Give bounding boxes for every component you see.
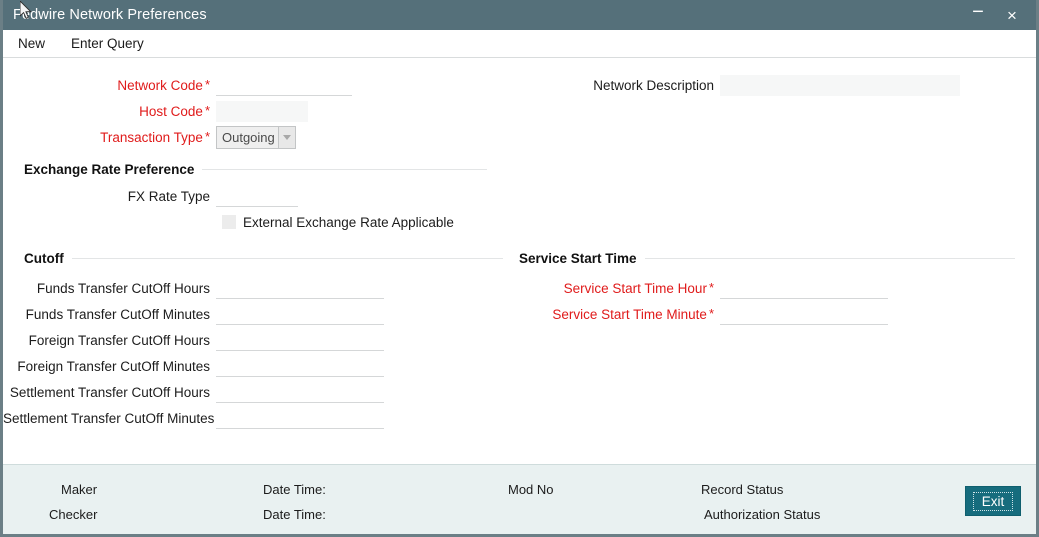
network-code-input[interactable] [216,74,352,96]
funds-transfer-cutoff-minutes-label: Funds Transfer CutOff Minutes [25,306,210,322]
cutoff-fields: Funds Transfer CutOff Hours Funds Transf… [3,275,515,431]
window-title: Fedwire Network Preferences [13,7,207,23]
service-start-time-header-wrap: Service Start Time [515,251,1027,266]
menu-item-new[interactable]: New [16,34,47,53]
field-external-exchange-rate: External Exchange Rate Applicable [3,209,1036,235]
settlement-transfer-cutoff-hours-label: Settlement Transfer CutOff Hours [9,384,210,400]
field-foreign-transfer-cutoff-minutes: Foreign Transfer CutOff Minutes [3,353,515,379]
lower-fields-columns: Funds Transfer CutOff Hours Funds Transf… [3,275,1036,431]
exit-button-label: Exit [972,491,1014,511]
lower-section-headers: Cutoff Service Start Time [3,251,1036,266]
required-asterisk: * [708,305,714,321]
title-bar: Fedwire Network Preferences − × [3,0,1036,30]
external-exchange-rate-label: External Exchange Rate Applicable [243,214,454,230]
section-divider [202,169,488,170]
foreign-transfer-cutoff-minutes-label: Foreign Transfer CutOff Minutes [17,358,210,374]
funds-transfer-cutoff-hours-label: Funds Transfer CutOff Hours [36,280,210,296]
field-network-description: Network Description [515,72,1027,98]
application-window: Fedwire Network Preferences − × New Ente… [0,0,1039,537]
field-settlement-transfer-cutoff-minutes: Settlement Transfer CutOff Minutes [3,405,515,431]
left-column: Network Code * Host Code * Transaction Typ… [3,72,515,150]
transaction-type-select[interactable]: Outgoing [216,125,296,149]
right-column: Network Description [515,72,1027,150]
field-funds-transfer-cutoff-hours: Funds Transfer CutOff Hours [3,275,515,301]
field-service-start-time-minute: Service Start Time Minute * [515,301,1027,327]
section-service-start-time: Service Start Time [515,251,1027,266]
field-service-start-time-hour: Service Start Time Hour * [515,275,1027,301]
network-description-input[interactable] [720,74,960,96]
foreign-transfer-cutoff-minutes-input[interactable] [216,355,384,377]
cutoff-title: Cutoff [24,251,64,266]
funds-transfer-cutoff-hours-input[interactable] [216,277,384,299]
required-asterisk: * [204,76,210,92]
field-fx-rate-type: FX Rate Type [3,183,1036,209]
field-host-code: Host Code * [3,98,515,124]
service-start-time-minute-label: Service Start Time Minute * [552,305,714,322]
exchange-rate-preference-title: Exchange Rate Preference [24,162,195,177]
fx-rate-type-label: FX Rate Type [127,188,210,204]
authorization-status-label: Authorization Status [704,507,821,522]
host-code-input[interactable] [216,100,308,122]
transaction-type-value: Outgoing [217,126,278,148]
service-start-time-hour-label: Service Start Time Hour * [563,279,714,296]
service-start-time-fields: Service Start Time Hour * Service Start T… [515,275,1027,431]
network-code-label: Network Code * [117,76,210,93]
funds-transfer-cutoff-minutes-input[interactable] [216,303,384,325]
maker-date-time-label: Date Time: [263,482,326,497]
audit-footer: Maker Checker Date Time: Date Time: Mod … [3,464,1036,534]
close-button[interactable]: × [1002,4,1022,26]
required-asterisk: * [204,102,210,118]
section-cutoff: Cutoff [3,251,515,266]
settlement-transfer-cutoff-hours-input[interactable] [216,381,384,403]
settlement-transfer-cutoff-minutes-label: Settlement Transfer CutOff Minutes [3,410,215,426]
foreign-transfer-cutoff-hours-label: Foreign Transfer CutOff Hours [28,332,210,348]
checker-label: Checker [49,507,98,522]
required-asterisk: * [204,128,210,144]
settlement-transfer-cutoff-minutes-input[interactable] [216,407,384,429]
section-divider [71,258,503,259]
record-status-label: Record Status [701,482,784,497]
top-fields-columns: Network Code * Host Code * Transaction Typ… [3,58,1036,150]
window-controls: − × [968,2,1030,26]
service-start-time-minute-input[interactable] [720,303,888,325]
minimize-button[interactable]: − [968,2,988,26]
fx-rate-type-input[interactable] [216,185,298,207]
form-body: Network Code * Host Code * Transaction Typ… [3,58,1036,464]
section-exchange-rate-preference: Exchange Rate Preference [3,162,1036,177]
foreign-transfer-cutoff-hours-input[interactable] [216,329,384,351]
mod-no-label: Mod No [508,482,554,497]
service-start-time-hour-input[interactable] [720,277,888,299]
field-funds-transfer-cutoff-minutes: Funds Transfer CutOff Minutes [3,301,515,327]
menu-item-enter-query[interactable]: Enter Query [69,34,146,53]
required-asterisk: * [708,279,714,295]
field-foreign-transfer-cutoff-hours: Foreign Transfer CutOff Hours [3,327,515,353]
field-network-code: Network Code * [3,72,515,98]
host-code-label: Host Code * [139,102,210,119]
footer-grid: Maker Checker Date Time: Date Time: Mod … [3,465,1036,534]
maker-label: Maker [61,482,98,497]
field-transaction-type: Transaction Type * Outgoing [3,124,515,150]
cutoff-header-wrap: Cutoff [3,251,515,266]
service-start-time-title: Service Start Time [519,251,637,266]
field-settlement-transfer-cutoff-hours: Settlement Transfer CutOff Hours [3,379,515,405]
transaction-type-label: Transaction Type * [100,128,210,145]
chevron-down-icon[interactable] [278,126,295,148]
checker-date-time-label: Date Time: [263,507,326,522]
exit-button[interactable]: Exit [965,486,1021,516]
section-divider [644,258,1015,259]
external-exchange-rate-checkbox[interactable] [222,215,236,229]
network-description-label: Network Description [593,77,714,93]
menu-bar: New Enter Query [3,30,1036,58]
